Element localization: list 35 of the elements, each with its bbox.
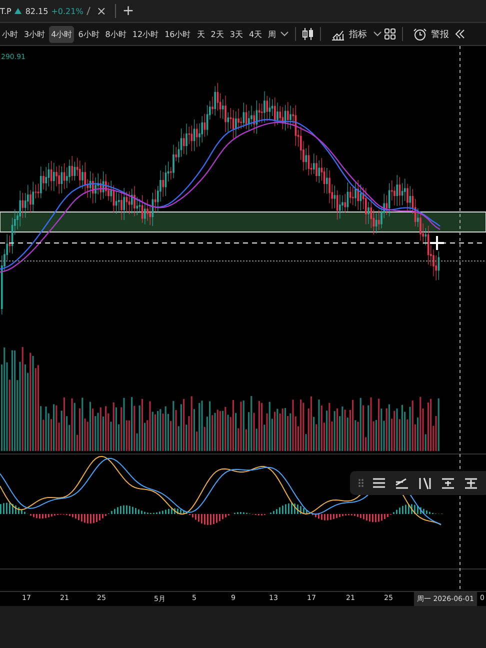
candle-type-icon[interactable] [302, 27, 314, 41]
interval-tab[interactable]: 6小时 [76, 26, 102, 42]
caret-icon[interactable] [280, 31, 290, 37]
interval-tab[interactable]: 3天 [228, 26, 245, 42]
interval-tab[interactable]: 16小时 [162, 26, 193, 42]
parallel-lines-icon[interactable] [371, 476, 387, 490]
interval-tab[interactable]: 3小时 [22, 26, 48, 42]
alert-button[interactable]: 警报 [409, 28, 454, 40]
interval-tab[interactable]: 天 [194, 26, 207, 42]
grid-icon[interactable] [384, 28, 396, 40]
new-tab-button[interactable]: + [119, 3, 138, 19]
close-tab-button[interactable]: × [94, 4, 108, 18]
interval-tab[interactable]: 4天 [246, 26, 264, 42]
pitchfork-icon[interactable] [417, 476, 433, 490]
interval-tab[interactable]: 周 [266, 26, 278, 42]
interval-tab[interactable]: 8小时 [103, 26, 128, 42]
price-change: +0.21% [51, 6, 84, 16]
rewind-icon[interactable] [455, 29, 466, 39]
indicators-button[interactable]: 指标 [327, 28, 372, 40]
crosshair-icon [429, 235, 445, 251]
angle-lines-icon[interactable] [394, 476, 410, 490]
alarm-clock-icon [413, 28, 428, 40]
caret-icon[interactable] [373, 31, 382, 37]
interval-tab[interactable]: 2天 [208, 26, 226, 42]
symbol-name: T.P [0, 6, 12, 16]
interval-tab[interactable]: 12小时 [130, 26, 161, 42]
symbol-tab[interactable]: T.P 82.15 +0.21% × [0, 0, 112, 22]
price-value: 82.15 [25, 6, 48, 16]
slash-icon [86, 6, 92, 16]
price-range-icon[interactable] [440, 476, 456, 490]
date-range-icon[interactable] [463, 476, 479, 490]
drag-handle-icon[interactable] [358, 478, 364, 488]
up-triangle-icon [14, 7, 22, 15]
interval-tab[interactable]: 小时 [0, 26, 20, 42]
interval-tab[interactable]: 4小时 [49, 26, 74, 42]
